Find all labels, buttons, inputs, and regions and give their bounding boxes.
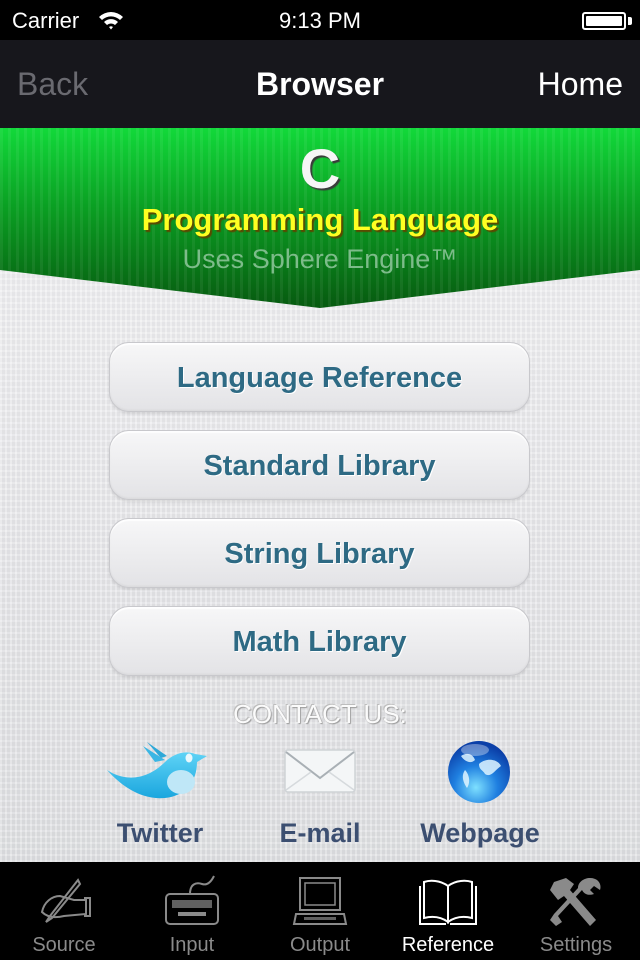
language-subtitle: Programming Language <box>141 202 499 237</box>
battery-icon <box>582 12 626 30</box>
language-reference-button[interactable]: Language Reference <box>109 342 530 412</box>
status-time: 9:13 PM <box>279 8 361 33</box>
engine-tagline: Uses Sphere Engine™ <box>182 244 458 274</box>
tab-source-label: Source <box>32 934 96 956</box>
tab-settings[interactable]: Settings <box>512 862 640 960</box>
globe-icon <box>448 741 510 803</box>
tab-bar: Source Input Output Reference Settings <box>0 862 640 960</box>
navigation-bar: Back Browser Home <box>0 40 640 128</box>
status-bar: Carrier 9:13 PM <box>0 0 640 40</box>
email-link[interactable]: E-mail <box>245 734 395 854</box>
home-button[interactable]: Home <box>538 66 623 103</box>
envelope-icon <box>284 749 356 793</box>
battery-tip <box>628 17 632 25</box>
header-banner: C Programming Language Uses Sphere Engin… <box>0 128 640 308</box>
standard-library-button[interactable]: Standard Library <box>109 430 530 500</box>
twitter-label: Twitter <box>116 818 204 848</box>
open-book-icon <box>419 879 477 925</box>
string-library-button[interactable]: String Library <box>109 518 530 588</box>
webpage-link[interactable]: Webpage <box>405 734 555 854</box>
email-label: E-mail <box>279 818 361 848</box>
tab-reference-label: Reference <box>401 934 495 956</box>
tab-reference[interactable]: Reference <box>384 862 512 960</box>
webpage-label: Webpage <box>420 818 540 848</box>
math-library-button[interactable]: Math Library <box>109 606 530 676</box>
tools-icon <box>550 878 601 926</box>
tab-output[interactable]: Output <box>256 862 384 960</box>
tab-settings-label: Settings <box>539 934 613 956</box>
twitter-bird-icon <box>107 742 207 799</box>
tab-input[interactable]: Input <box>128 862 256 960</box>
hand-writing-icon <box>40 878 91 923</box>
computer-icon <box>292 877 348 925</box>
tab-input-label: Input <box>169 934 215 956</box>
back-button[interactable]: Back <box>17 66 88 103</box>
language-title: C <box>299 137 341 200</box>
tab-source[interactable]: Source <box>0 862 128 960</box>
content-area: C Programming Language Uses Sphere Engin… <box>0 128 640 862</box>
twitter-link[interactable]: Twitter <box>85 734 235 854</box>
keyboard-icon <box>165 875 219 925</box>
tab-output-label: Output <box>289 934 351 956</box>
contact-heading: CONTACT US: <box>233 699 407 729</box>
